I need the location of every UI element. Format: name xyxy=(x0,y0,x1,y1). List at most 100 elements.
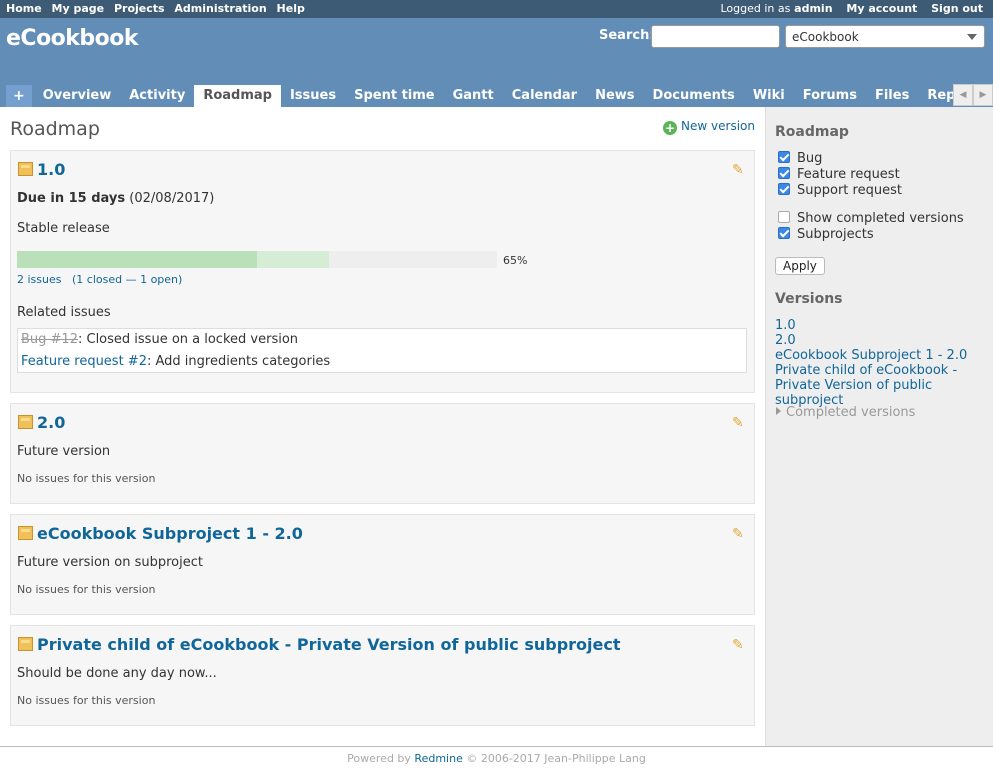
due-label: Due in 15 days xyxy=(17,191,126,206)
logged-in-user[interactable]: admin xyxy=(794,2,832,15)
progress-closed xyxy=(17,251,257,268)
main-menu: + Overview Activity Roadmap Issues Spent time… xyxy=(6,85,953,107)
tab-files[interactable]: Files xyxy=(866,85,918,107)
pencil-icon[interactable]: ✎ xyxy=(732,527,746,541)
no-issues-text: No issues for this version xyxy=(17,472,156,485)
version-name: eCookbook Subproject 1 - 2.0 xyxy=(37,524,303,543)
version-name: Private child of eCookbook - Private Ver… xyxy=(37,635,621,654)
issues-link[interactable]: 2 issues xyxy=(17,273,61,286)
version-due: Due in 15 days (02/08/2017) xyxy=(17,191,214,206)
logged-in-prefix: Logged in as xyxy=(720,2,791,15)
sidebar-versions-title: Versions xyxy=(775,291,843,307)
package-icon xyxy=(18,637,33,651)
footer-suffix: © 2006-2017 Jean-Philippe Lang xyxy=(466,752,646,765)
package-icon xyxy=(18,526,33,540)
header: eCookbook Search: eCookbook + Overview Act… xyxy=(0,18,993,107)
version-title[interactable]: 2.0 xyxy=(18,413,65,432)
tracker-checkbox-support[interactable]: Support request xyxy=(778,183,902,198)
checkbox-unchecked-icon[interactable] xyxy=(778,211,790,223)
related-issues-label: Related issues xyxy=(17,305,111,320)
scroll-right-icon[interactable]: ▶ xyxy=(973,84,993,106)
related-issue-row: Bug #12: Closed issue on a locked versio… xyxy=(21,332,298,347)
tab-repository[interactable]: Repository xyxy=(918,85,953,107)
tab-activity[interactable]: Activity xyxy=(120,85,194,107)
tab-overview[interactable]: Overview xyxy=(34,85,121,107)
subprojects-label: Subprojects xyxy=(797,227,874,242)
sidebar-version-link[interactable]: eCookbook Subproject 1 - 2.0 xyxy=(775,348,993,363)
pencil-icon[interactable]: ✎ xyxy=(732,416,746,430)
pencil-icon[interactable]: ✎ xyxy=(732,638,746,652)
redmine-link[interactable]: Redmine xyxy=(414,752,462,765)
menu-scroll: ◀ ▶ xyxy=(953,84,993,106)
due-date: (02/08/2017) xyxy=(129,191,215,206)
checkbox-checked-icon[interactable] xyxy=(778,227,790,239)
sidebar-version-link[interactable]: 1.0 xyxy=(775,318,993,333)
checkbox-checked-icon[interactable] xyxy=(778,183,790,195)
tab-roadmap[interactable]: Roadmap xyxy=(194,85,281,107)
chevron-down-icon xyxy=(967,34,977,40)
subprojects-checkbox[interactable]: Subprojects xyxy=(778,227,874,242)
version-title[interactable]: Private child of eCookbook - Private Ver… xyxy=(18,635,621,654)
project-title: eCookbook xyxy=(6,26,139,51)
top-menu-home[interactable]: Home xyxy=(6,2,42,15)
issue-counts: 2 issues (1 closed — 1 open) xyxy=(17,273,182,286)
top-menu-left: Home My page Projects Administration Hel… xyxy=(6,2,311,15)
scroll-left-icon[interactable]: ◀ xyxy=(953,84,973,106)
top-menu: Home My page Projects Administration Hel… xyxy=(0,0,993,18)
project-jump-select[interactable]: eCookbook xyxy=(785,25,985,48)
tracker-checkbox-bug[interactable]: Bug xyxy=(778,151,822,166)
tab-gantt[interactable]: Gantt xyxy=(444,85,503,107)
top-menu-my-page[interactable]: My page xyxy=(52,2,105,15)
version-card: 1.0 ✎ Due in 15 days (02/08/2017) Stable… xyxy=(10,150,755,393)
tab-issues[interactable]: Issues xyxy=(281,85,345,107)
add-icon: + xyxy=(663,121,678,135)
version-title[interactable]: eCookbook Subproject 1 - 2.0 xyxy=(18,524,303,543)
version-name: 2.0 xyxy=(37,413,66,432)
sidebar-roadmap-title: Roadmap xyxy=(775,124,849,140)
package-icon xyxy=(18,415,33,429)
version-description: Future version on subproject xyxy=(17,555,203,570)
related-issue-subject: : Closed issue on a locked version xyxy=(77,332,299,347)
tab-wiki[interactable]: Wiki xyxy=(744,85,794,107)
tab-calendar[interactable]: Calendar xyxy=(503,85,586,107)
my-account-link[interactable]: My account xyxy=(846,2,917,15)
tab-documents[interactable]: Documents xyxy=(644,85,744,107)
top-menu-projects[interactable]: Projects xyxy=(114,2,165,15)
sidebar-version-link[interactable]: 2.0 xyxy=(775,333,993,348)
show-completed-checkbox[interactable]: Show completed versions xyxy=(778,211,964,226)
related-issues-table: Bug #12: Closed issue on a locked versio… xyxy=(17,328,747,373)
top-menu-help[interactable]: Help xyxy=(277,2,305,15)
show-completed-label: Show completed versions xyxy=(797,211,964,226)
version-description: Should be done any day now... xyxy=(17,666,217,681)
footer-prefix: Powered by xyxy=(347,752,411,765)
sidebar: Roadmap Bug Feature request Support requ… xyxy=(765,107,993,746)
version-title[interactable]: 1.0 xyxy=(18,160,65,179)
sidebar-version-link[interactable]: Private child of eCookbook - Private Ver… xyxy=(775,363,993,408)
tab-forums[interactable]: Forums xyxy=(794,85,866,107)
tab-new-object[interactable]: + xyxy=(6,85,32,107)
top-menu-administration[interactable]: Administration xyxy=(174,2,266,15)
apply-button[interactable]: Apply xyxy=(775,257,825,275)
progress-done xyxy=(257,251,329,268)
triangle-right-icon xyxy=(776,407,781,415)
pencil-icon[interactable]: ✎ xyxy=(732,163,746,177)
checkbox-checked-icon[interactable] xyxy=(778,151,790,163)
checkbox-checked-icon[interactable] xyxy=(778,167,790,179)
completed-versions-toggle[interactable]: Completed versions xyxy=(776,405,915,420)
new-version-link[interactable]: + New version xyxy=(663,119,755,135)
version-description: Future version xyxy=(17,444,111,459)
package-icon xyxy=(18,162,33,176)
related-issue-link[interactable]: Bug #12 xyxy=(21,332,78,347)
tab-spent-time[interactable]: Spent time xyxy=(345,85,444,107)
related-issue-link[interactable]: Feature request #2 xyxy=(21,354,147,369)
tab-news[interactable]: News xyxy=(586,85,643,107)
sign-out-link[interactable]: Sign out xyxy=(931,2,983,15)
no-issues-text: No issues for this version xyxy=(17,694,156,707)
version-card: eCookbook Subproject 1 - 2.0 ✎ Future ve… xyxy=(10,514,755,615)
logged-in-text: Logged in as admin xyxy=(710,2,832,15)
no-issues-text: No issues for this version xyxy=(17,583,156,596)
issues-detail[interactable]: (1 closed — 1 open) xyxy=(72,273,182,286)
tracker-checkbox-feature[interactable]: Feature request xyxy=(778,167,900,182)
new-version-label: New version xyxy=(681,119,755,133)
search-input[interactable] xyxy=(651,25,780,48)
